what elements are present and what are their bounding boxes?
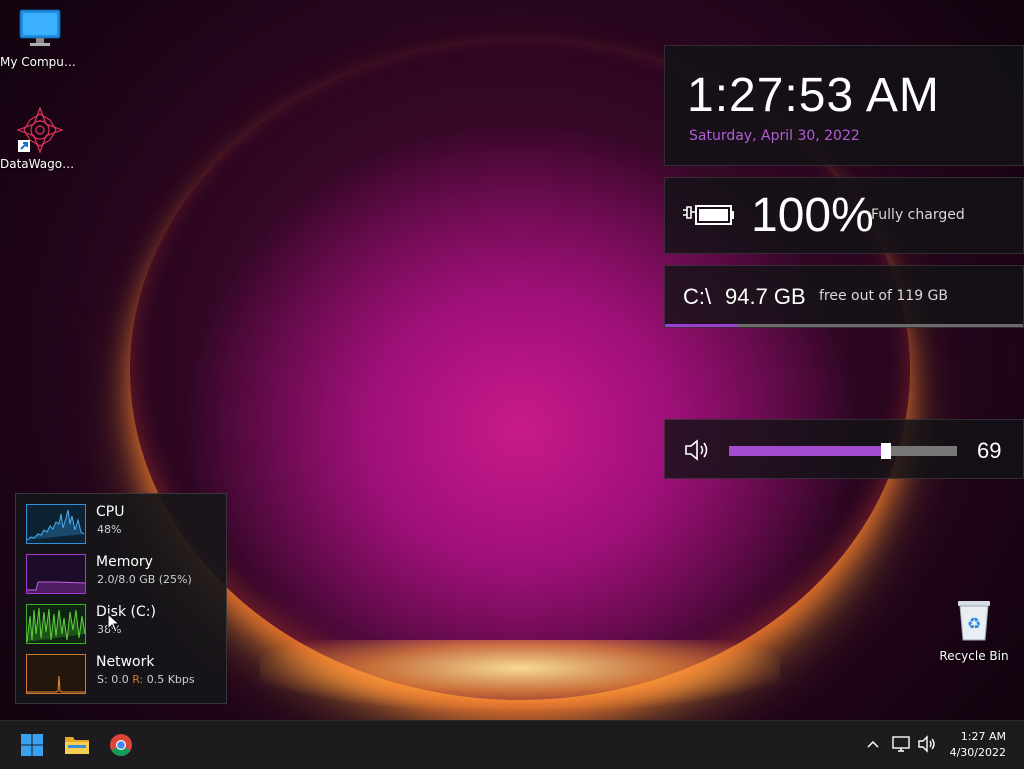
disk-usage-bar — [665, 324, 1023, 327]
taskbar-time: 1:27 AM — [960, 730, 1006, 743]
perf-network-value: S: 0.0 R: 0.5 Kbps — [97, 673, 195, 686]
perf-memory-name: Memory — [96, 554, 153, 570]
taskbar-date: 4/30/2022 — [949, 746, 1006, 759]
battery-percent: 100% — [751, 189, 874, 242]
perf-memory-value: 2.0/8.0 GB (25%) — [97, 573, 192, 586]
chrome-icon — [110, 734, 132, 756]
network-send-label: S: — [97, 673, 108, 686]
chrome-button[interactable] — [103, 727, 139, 763]
cpu-graph — [26, 504, 86, 544]
desktop-icon-label: DataWagon... — [0, 157, 80, 171]
network-icon[interactable] — [891, 735, 911, 753]
network-recv-label: R: — [132, 673, 144, 686]
disk-drive-label: C:\ — [683, 284, 712, 309]
svg-text:♻: ♻ — [967, 614, 981, 633]
disk-usage-fill — [665, 324, 737, 327]
chevron-up-icon[interactable] — [866, 738, 880, 750]
desktop-icon-label: Recycle Bin — [939, 649, 1009, 663]
file-explorer-button[interactable] — [59, 727, 95, 763]
volume-slider-fill — [729, 446, 887, 456]
battery-widget: 100% Fully charged — [664, 177, 1024, 254]
desktop-icon-my-computer[interactable]: My Computer — [0, 8, 80, 69]
perf-row-disk[interactable]: Disk (C:) 38% — [26, 604, 222, 646]
perf-disk-name: Disk (C:) — [96, 604, 156, 620]
file-explorer-icon — [65, 737, 89, 754]
perf-row-network[interactable]: Network S: 0.0 R: 0.5 Kbps — [26, 654, 222, 696]
network-recv-value: 0.5 Kbps — [146, 673, 195, 686]
volume-widget: 69 — [664, 419, 1024, 479]
clock-widget: 1:27:53 AM Saturday, April 30, 2022 — [664, 45, 1024, 166]
disk-capacity-text: free out of 119 GB — [819, 288, 949, 304]
volume-slider[interactable] — [729, 443, 957, 459]
perf-cpu-value: 48% — [97, 523, 122, 536]
performance-panel: CPU 48% Memory 2.0/8.0 GB (25%) Disk (C:… — [15, 493, 227, 704]
recycle-bin-icon: ♻ — [958, 601, 990, 641]
mouse-cursor-icon — [107, 613, 121, 633]
volume-slider-thumb[interactable] — [881, 443, 892, 459]
disk-graph — [26, 604, 86, 644]
network-graph — [26, 654, 86, 694]
speaker-icon[interactable] — [683, 438, 713, 462]
desktop-icon-label: My Computer — [0, 55, 80, 69]
perf-network-name: Network — [96, 654, 155, 670]
perf-cpu-name: CPU — [96, 504, 125, 520]
clock-time: 1:27:53 AM — [687, 69, 940, 122]
memory-graph — [26, 554, 86, 594]
network-send-value: 0.0 — [111, 673, 129, 686]
disk-free-space: 94.7 GB — [725, 284, 806, 309]
desktop-icon-recycle-bin[interactable]: ♻ Recycle Bin — [934, 598, 1014, 663]
desktop-icon-datawagon[interactable]: DataWagon... — [0, 106, 80, 171]
perf-row-memory[interactable]: Memory 2.0/8.0 GB (25%) — [26, 554, 222, 596]
start-button[interactable] — [14, 727, 50, 763]
datawagon-logo-icon — [16, 106, 64, 154]
perf-row-cpu[interactable]: CPU 48% — [26, 504, 222, 546]
monitor-icon — [19, 9, 61, 46]
volume-value: 69 — [977, 438, 1002, 463]
taskbar: 1:27 AM 4/30/2022 — [0, 720, 1024, 769]
battery-charging-icon — [683, 205, 734, 225]
disk-widget: C:\ 94.7 GB free out of 119 GB — [664, 265, 1024, 328]
clock-date: Saturday, April 30, 2022 — [689, 128, 860, 144]
windows-start-icon — [21, 734, 43, 756]
speaker-icon[interactable] — [917, 735, 937, 753]
battery-status: Fully charged — [871, 207, 965, 223]
taskbar-clock[interactable]: 1:27 AM 4/30/2022 — [950, 729, 1006, 761]
wallpaper-horizon — [260, 640, 780, 710]
